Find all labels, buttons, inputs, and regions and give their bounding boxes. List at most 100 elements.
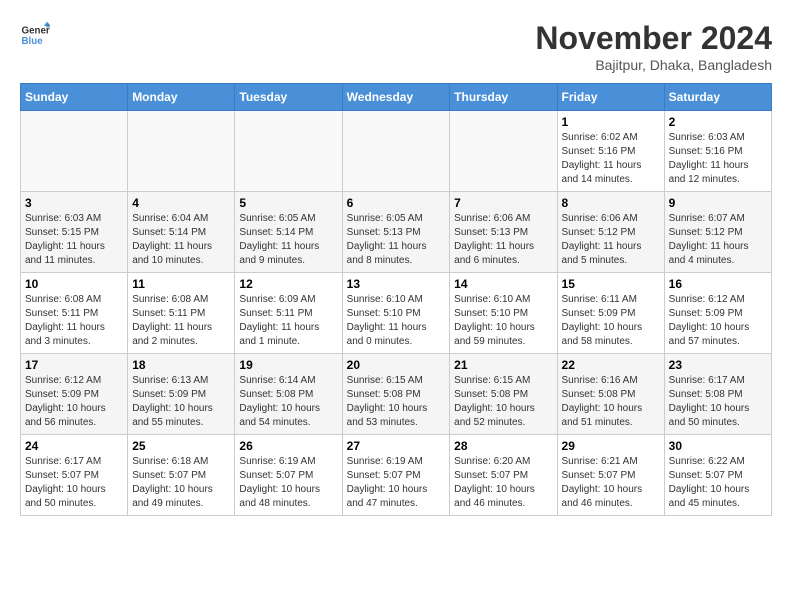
day-number: 24 (25, 439, 123, 453)
day-cell: 21 Sunrise: 6:15 AM Sunset: 5:08 PM Dayli… (450, 354, 557, 435)
day-number: 13 (347, 277, 446, 291)
day-number: 8 (562, 196, 660, 210)
col-header-thursday: Thursday (450, 84, 557, 111)
day-cell: 2 Sunrise: 6:03 AM Sunset: 5:16 PM Daylig… (664, 111, 771, 192)
day-info: Sunrise: 6:08 AM Sunset: 5:11 PM Dayligh… (25, 293, 123, 349)
day-number: 20 (347, 358, 446, 372)
logo: General Blue (20, 20, 50, 50)
day-cell: 8 Sunrise: 6:06 AM Sunset: 5:12 PM Daylig… (557, 192, 664, 273)
day-cell: 19 Sunrise: 6:14 AM Sunset: 5:08 PM Dayli… (235, 354, 342, 435)
day-cell (450, 111, 557, 192)
day-info: Sunrise: 6:09 AM Sunset: 5:11 PM Dayligh… (239, 293, 337, 349)
day-cell: 15 Sunrise: 6:11 AM Sunset: 5:09 PM Dayli… (557, 273, 664, 354)
day-number: 18 (132, 358, 230, 372)
svg-text:Blue: Blue (22, 36, 44, 47)
day-info: Sunrise: 6:02 AM Sunset: 5:16 PM Dayligh… (562, 131, 660, 187)
day-info: Sunrise: 6:10 AM Sunset: 5:10 PM Dayligh… (347, 293, 446, 349)
day-info: Sunrise: 6:06 AM Sunset: 5:12 PM Dayligh… (562, 212, 660, 268)
day-info: Sunrise: 6:12 AM Sunset: 5:09 PM Dayligh… (25, 374, 123, 430)
day-info: Sunrise: 6:08 AM Sunset: 5:11 PM Dayligh… (132, 293, 230, 349)
month-title: November 2024 (535, 20, 772, 57)
day-cell: 23 Sunrise: 6:17 AM Sunset: 5:08 PM Dayli… (664, 354, 771, 435)
day-info: Sunrise: 6:22 AM Sunset: 5:07 PM Dayligh… (669, 455, 767, 511)
day-number: 19 (239, 358, 337, 372)
day-info: Sunrise: 6:17 AM Sunset: 5:08 PM Dayligh… (669, 374, 767, 430)
day-number: 21 (454, 358, 552, 372)
day-info: Sunrise: 6:13 AM Sunset: 5:09 PM Dayligh… (132, 374, 230, 430)
day-info: Sunrise: 6:16 AM Sunset: 5:08 PM Dayligh… (562, 374, 660, 430)
day-number: 5 (239, 196, 337, 210)
day-number: 16 (669, 277, 767, 291)
day-cell: 24 Sunrise: 6:17 AM Sunset: 5:07 PM Dayli… (21, 435, 128, 516)
day-info: Sunrise: 6:10 AM Sunset: 5:10 PM Dayligh… (454, 293, 552, 349)
day-number: 1 (562, 115, 660, 129)
day-cell: 28Sunrise: 6:20 AM Sunset: 5:07 PM Dayli… (450, 435, 557, 516)
day-cell: 20 Sunrise: 6:15 AM Sunset: 5:08 PM Dayli… (342, 354, 450, 435)
col-header-saturday: Saturday (664, 84, 771, 111)
day-number: 28 (454, 439, 552, 453)
day-info: Sunrise: 6:21 AM Sunset: 5:07 PM Dayligh… (562, 455, 660, 511)
day-number: 3 (25, 196, 123, 210)
day-cell: 5 Sunrise: 6:05 AM Sunset: 5:14 PM Daylig… (235, 192, 342, 273)
day-number: 2 (669, 115, 767, 129)
day-cell: 3 Sunrise: 6:03 AM Sunset: 5:15 PM Daylig… (21, 192, 128, 273)
day-cell: 11 Sunrise: 6:08 AM Sunset: 5:11 PM Dayli… (128, 273, 235, 354)
day-number: 11 (132, 277, 230, 291)
day-number: 7 (454, 196, 552, 210)
day-cell: 30 Sunrise: 6:22 AM Sunset: 5:07 PM Dayli… (664, 435, 771, 516)
svg-text:General: General (22, 26, 51, 37)
week-row-5: 24 Sunrise: 6:17 AM Sunset: 5:07 PM Dayli… (21, 435, 772, 516)
day-cell: 16 Sunrise: 6:12 AM Sunset: 5:09 PM Dayli… (664, 273, 771, 354)
day-cell: 26 Sunrise: 6:19 AM Sunset: 5:07 PM Dayli… (235, 435, 342, 516)
day-cell (342, 111, 450, 192)
day-cell: 10 Sunrise: 6:08 AM Sunset: 5:11 PM Dayli… (21, 273, 128, 354)
location-subtitle: Bajitpur, Dhaka, Bangladesh (535, 57, 772, 73)
day-info: Sunrise: 6:03 AM Sunset: 5:16 PM Dayligh… (669, 131, 767, 187)
title-block: November 2024 Bajitpur, Dhaka, Banglades… (535, 20, 772, 73)
day-info: Sunrise: 6:07 AM Sunset: 5:12 PM Dayligh… (669, 212, 767, 268)
day-cell: 27 Sunrise: 6:19 AM Sunset: 5:07 PM Dayli… (342, 435, 450, 516)
day-info: Sunrise: 6:05 AM Sunset: 5:14 PM Dayligh… (239, 212, 337, 268)
day-cell: 25Sunrise: 6:18 AM Sunset: 5:07 PM Dayli… (128, 435, 235, 516)
week-row-1: 1 Sunrise: 6:02 AM Sunset: 5:16 PM Daylig… (21, 111, 772, 192)
calendar-table: SundayMondayTuesdayWednesdayThursdayFrid… (20, 83, 772, 516)
day-cell: 12Sunrise: 6:09 AM Sunset: 5:11 PM Dayli… (235, 273, 342, 354)
day-cell (235, 111, 342, 192)
day-info: Sunrise: 6:06 AM Sunset: 5:13 PM Dayligh… (454, 212, 552, 268)
day-cell: 18 Sunrise: 6:13 AM Sunset: 5:09 PM Dayli… (128, 354, 235, 435)
week-row-3: 10 Sunrise: 6:08 AM Sunset: 5:11 PM Dayli… (21, 273, 772, 354)
day-info: Sunrise: 6:12 AM Sunset: 5:09 PM Dayligh… (669, 293, 767, 349)
week-row-2: 3 Sunrise: 6:03 AM Sunset: 5:15 PM Daylig… (21, 192, 772, 273)
day-info: Sunrise: 6:19 AM Sunset: 5:07 PM Dayligh… (239, 455, 337, 511)
day-cell: 4Sunrise: 6:04 AM Sunset: 5:14 PM Daylig… (128, 192, 235, 273)
day-cell (21, 111, 128, 192)
day-number: 30 (669, 439, 767, 453)
day-info: Sunrise: 6:17 AM Sunset: 5:07 PM Dayligh… (25, 455, 123, 511)
day-number: 17 (25, 358, 123, 372)
day-info: Sunrise: 6:11 AM Sunset: 5:09 PM Dayligh… (562, 293, 660, 349)
week-row-4: 17 Sunrise: 6:12 AM Sunset: 5:09 PM Dayli… (21, 354, 772, 435)
day-number: 10 (25, 277, 123, 291)
day-number: 15 (562, 277, 660, 291)
day-number: 6 (347, 196, 446, 210)
day-info: Sunrise: 6:19 AM Sunset: 5:07 PM Dayligh… (347, 455, 446, 511)
day-number: 26 (239, 439, 337, 453)
col-header-sunday: Sunday (21, 84, 128, 111)
page-header: General Blue November 2024 Bajitpur, Dha… (20, 20, 772, 73)
day-info: Sunrise: 6:15 AM Sunset: 5:08 PM Dayligh… (454, 374, 552, 430)
col-header-tuesday: Tuesday (235, 84, 342, 111)
day-info: Sunrise: 6:18 AM Sunset: 5:07 PM Dayligh… (132, 455, 230, 511)
day-number: 27 (347, 439, 446, 453)
day-number: 22 (562, 358, 660, 372)
day-info: Sunrise: 6:04 AM Sunset: 5:14 PM Dayligh… (132, 212, 230, 268)
day-info: Sunrise: 6:14 AM Sunset: 5:08 PM Dayligh… (239, 374, 337, 430)
day-cell: 14Sunrise: 6:10 AM Sunset: 5:10 PM Dayli… (450, 273, 557, 354)
day-cell: 17 Sunrise: 6:12 AM Sunset: 5:09 PM Dayli… (21, 354, 128, 435)
day-info: Sunrise: 6:03 AM Sunset: 5:15 PM Dayligh… (25, 212, 123, 268)
day-number: 29 (562, 439, 660, 453)
col-header-wednesday: Wednesday (342, 84, 450, 111)
day-cell: 29 Sunrise: 6:21 AM Sunset: 5:07 PM Dayli… (557, 435, 664, 516)
calendar-header-row: SundayMondayTuesdayWednesdayThursdayFrid… (21, 84, 772, 111)
day-number: 23 (669, 358, 767, 372)
day-info: Sunrise: 6:15 AM Sunset: 5:08 PM Dayligh… (347, 374, 446, 430)
